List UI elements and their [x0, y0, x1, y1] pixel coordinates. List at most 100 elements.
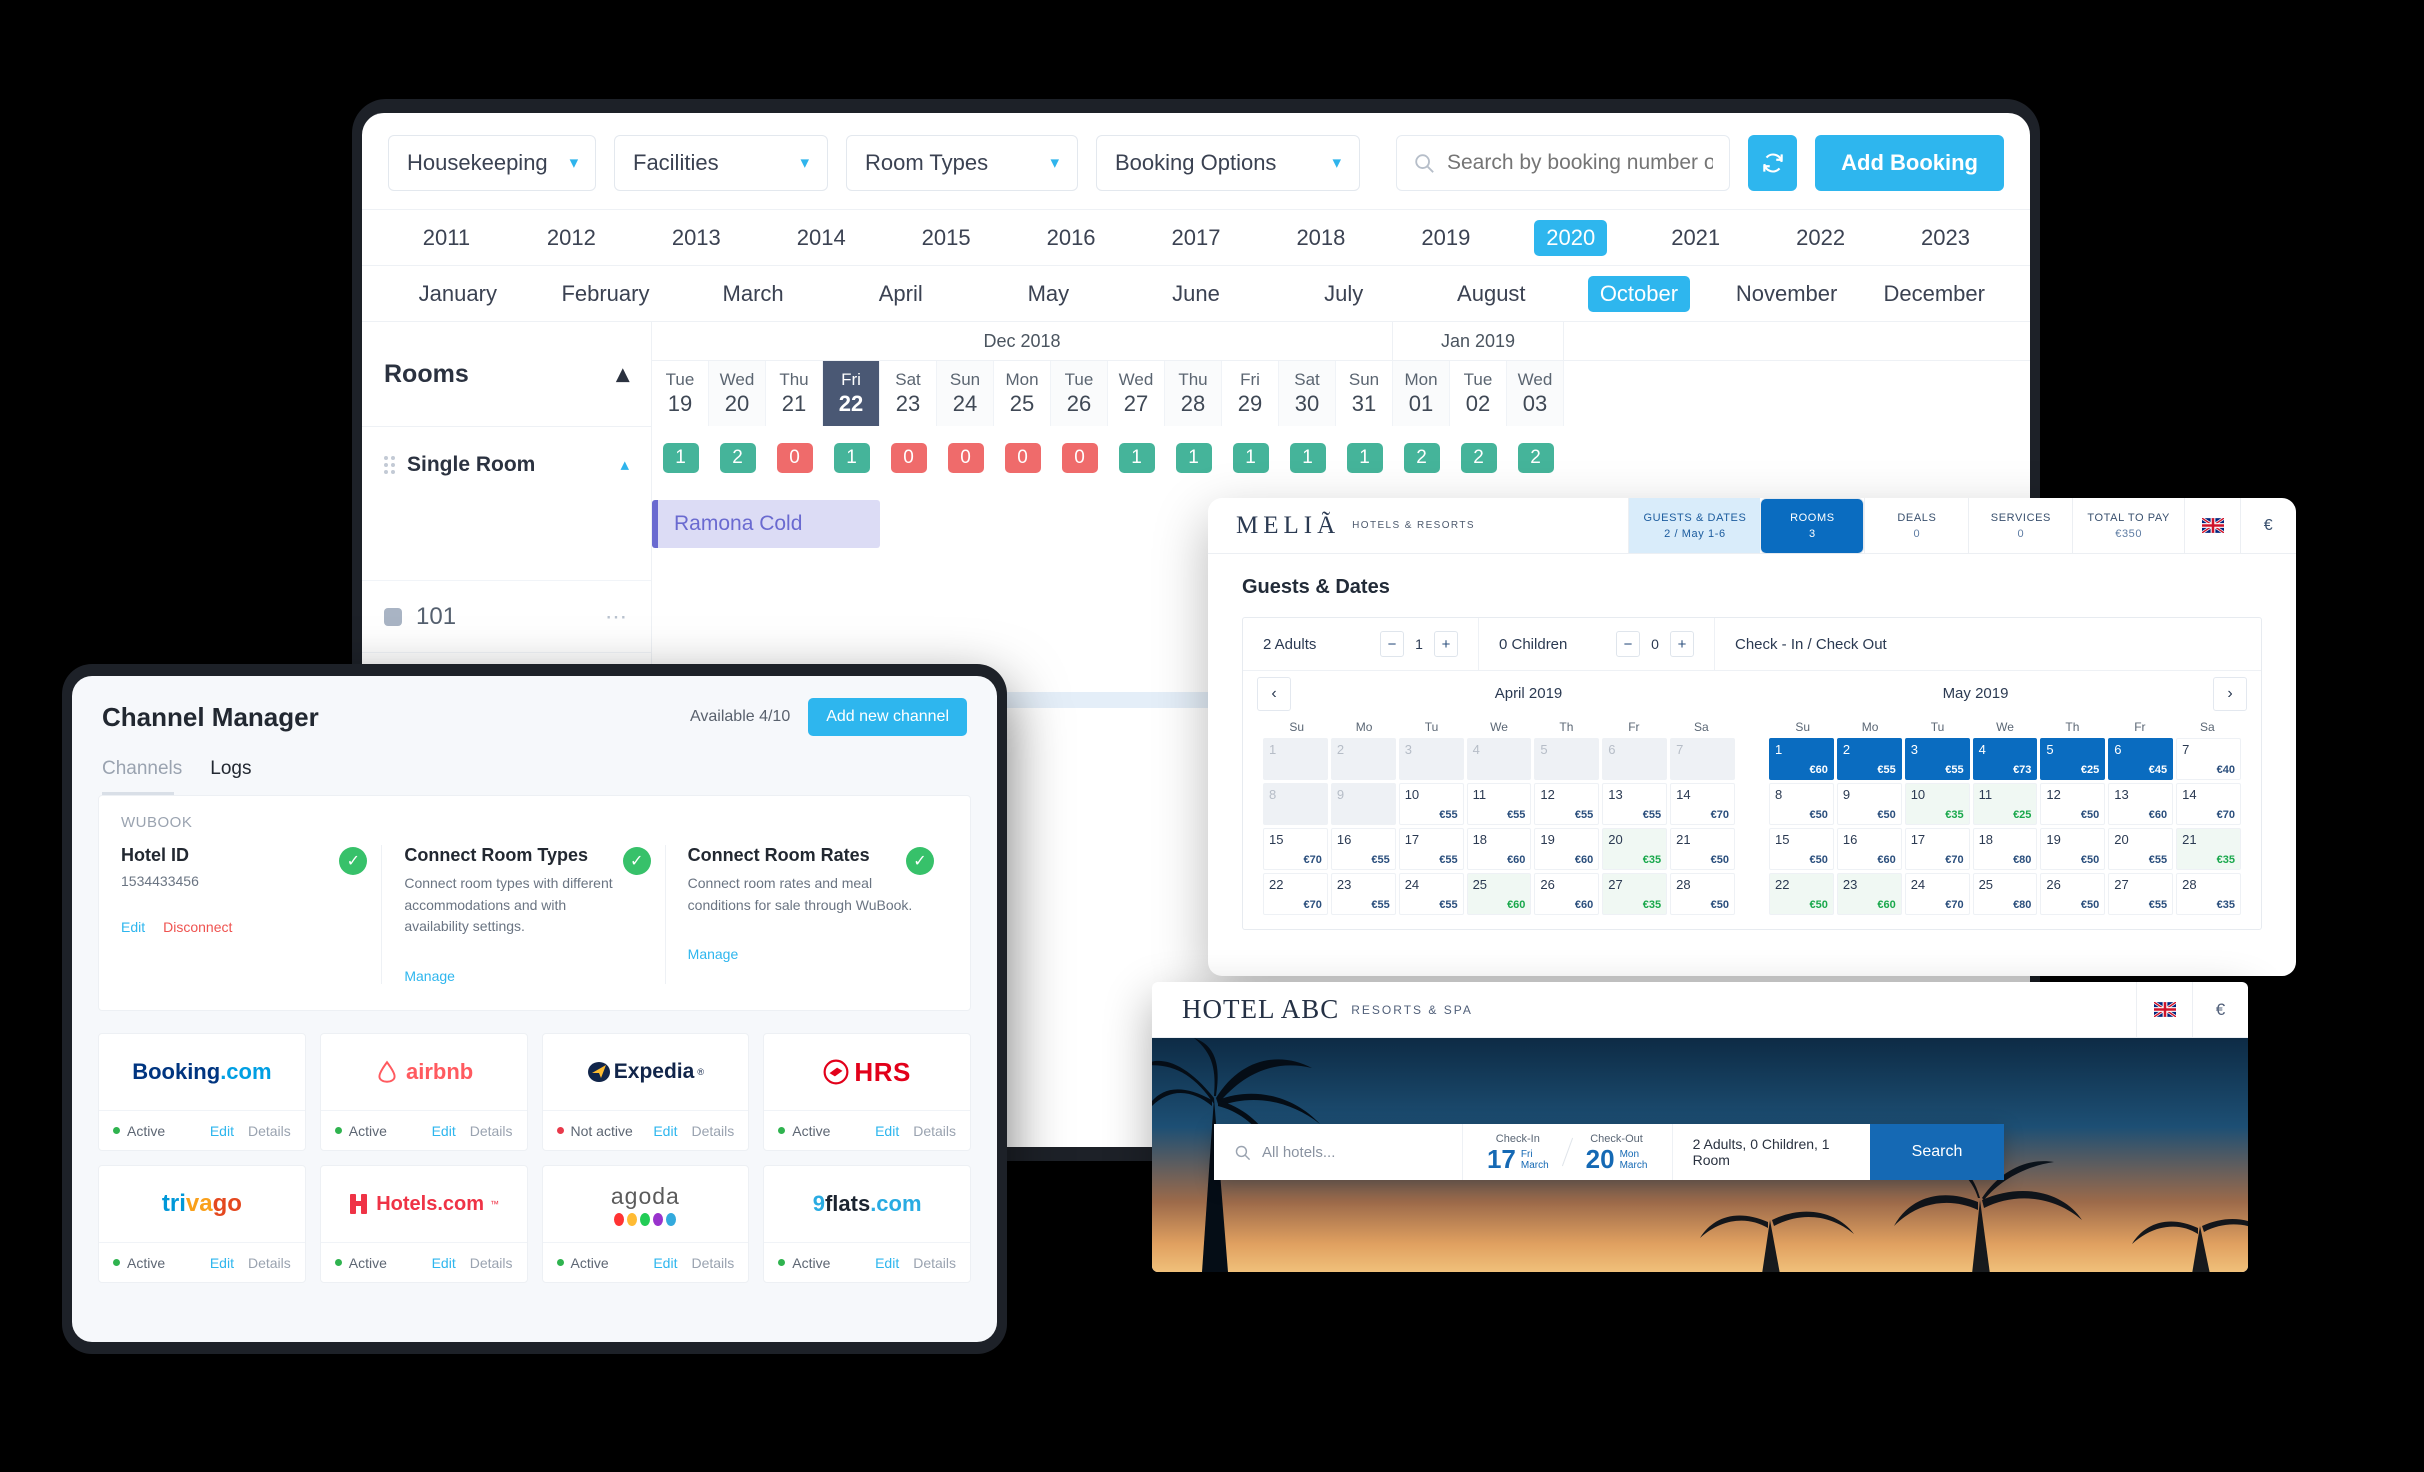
- details-link[interactable]: Details: [470, 1255, 513, 1271]
- search-button[interactable]: Search: [1870, 1124, 2004, 1180]
- calendar-day-cell[interactable]: 21 €50: [1670, 828, 1735, 870]
- month-february[interactable]: February: [532, 281, 680, 307]
- calendar-day-cell[interactable]: 14 €70: [2176, 783, 2241, 825]
- month-august[interactable]: August: [1417, 281, 1565, 307]
- month-december[interactable]: December: [1860, 281, 2008, 307]
- edit-link[interactable]: Edit: [875, 1123, 899, 1139]
- day-header-26[interactable]: Tue 26: [1051, 361, 1108, 426]
- calendar-day-cell[interactable]: 24 €70: [1904, 873, 1970, 915]
- edit-link[interactable]: Edit: [210, 1123, 234, 1139]
- filter-facilities[interactable]: Facilities ▾: [614, 135, 828, 191]
- calendar-day-cell[interactable]: 14 €70: [1670, 783, 1735, 825]
- calendar-day-cell[interactable]: 16 €60: [1836, 828, 1902, 870]
- calendar-day-cell[interactable]: 27 €55: [2108, 873, 2174, 915]
- year-2021[interactable]: 2021: [1633, 225, 1758, 251]
- year-2015[interactable]: 2015: [884, 225, 1009, 251]
- calendar-day-cell[interactable]: 8 €50: [1769, 783, 1834, 825]
- tab-channels[interactable]: Channels: [102, 758, 182, 792]
- channel-card[interactable]: Booking.com Active Edit Details: [98, 1033, 306, 1152]
- channel-card[interactable]: trivago Active Edit Details: [98, 1165, 306, 1284]
- calendar-day-cell[interactable]: 4 €73: [1972, 738, 2038, 780]
- calendar-day-cell[interactable]: 22 €70: [1263, 873, 1328, 915]
- channel-card[interactable]: agoda Active Edit Details: [541, 1165, 750, 1284]
- next-month-button[interactable]: ›: [2213, 676, 2247, 711]
- children-decrement-button[interactable]: −: [1616, 631, 1640, 657]
- year-2020[interactable]: 2020: [1508, 219, 1633, 256]
- month-april[interactable]: April: [827, 281, 975, 307]
- rooms-header[interactable]: Rooms ▴: [362, 322, 651, 426]
- day-header-27[interactable]: Wed 27: [1108, 361, 1165, 426]
- day-header-02[interactable]: Tue 02: [1450, 361, 1507, 426]
- channel-card[interactable]: Hotels.com ™ Active Edit Details: [319, 1165, 528, 1284]
- filter-booking-options[interactable]: Booking Options ▾: [1096, 135, 1360, 191]
- reservation-bar-ramona[interactable]: Ramona Cold: [652, 500, 880, 548]
- calendar-day-cell[interactable]: 6 €45: [2108, 738, 2174, 780]
- details-link[interactable]: Details: [691, 1255, 734, 1271]
- year-2022[interactable]: 2022: [1758, 225, 1883, 251]
- dates-field[interactable]: Check - In / Check Out: [1715, 618, 2261, 670]
- day-header-22[interactable]: Fri 22: [823, 361, 880, 426]
- manage-link[interactable]: Manage: [404, 968, 455, 984]
- day-header-25[interactable]: Mon 25: [994, 361, 1051, 426]
- calendar-day-cell[interactable]: 7 €40: [2176, 738, 2241, 780]
- room-row-101[interactable]: 101 ⋯: [362, 580, 651, 652]
- refresh-button[interactable]: [1747, 135, 1798, 191]
- calendar-day-cell[interactable]: 10 €35: [1904, 783, 1970, 825]
- year-2017[interactable]: 2017: [1134, 225, 1259, 251]
- filter-room-types[interactable]: Room Types ▾: [846, 135, 1078, 191]
- calendar-day-cell[interactable]: 21 €35: [2176, 828, 2241, 870]
- filter-housekeeping[interactable]: Housekeeping ▾: [388, 135, 596, 191]
- calendar-day-cell[interactable]: 9 €50: [1836, 783, 1902, 825]
- year-2019[interactable]: 2019: [1383, 225, 1508, 251]
- calendar-day-cell[interactable]: 13 €55: [1602, 783, 1668, 825]
- day-header-21[interactable]: Thu 21: [766, 361, 823, 426]
- add-new-channel-button[interactable]: Add new channel: [808, 698, 967, 736]
- melia-step-guests-dates[interactable]: GUESTS & DATES 2 / May 1-6: [1628, 498, 1761, 553]
- melia-step-total[interactable]: TOTAL TO PAY €350: [2072, 498, 2184, 553]
- calendar-day-cell[interactable]: 19 €50: [2040, 828, 2106, 870]
- calendar-day-cell[interactable]: 15 €70: [1263, 828, 1328, 870]
- calendar-day-cell[interactable]: 12 €50: [2040, 783, 2106, 825]
- melia-step-deals[interactable]: DEALS 0: [1864, 498, 1968, 553]
- channel-card[interactable]: airbnb Active Edit Details: [319, 1033, 528, 1152]
- calendar-day-cell[interactable]: 26 €60: [1534, 873, 1600, 915]
- calendar-day-cell[interactable]: 2 €55: [1836, 738, 1902, 780]
- calendar-day-cell[interactable]: 26 €50: [2040, 873, 2106, 915]
- calendar-day-cell[interactable]: 23 €55: [1330, 873, 1396, 915]
- edit-link[interactable]: Edit: [653, 1255, 677, 1271]
- calendar-day-cell[interactable]: 25 €80: [1972, 873, 2038, 915]
- year-2016[interactable]: 2016: [1009, 225, 1134, 251]
- calendar-day-cell[interactable]: 12 €55: [1534, 783, 1600, 825]
- details-link[interactable]: Details: [913, 1123, 956, 1139]
- hotel-abc-language-switch[interactable]: [2136, 982, 2192, 1037]
- month-november[interactable]: November: [1713, 281, 1861, 307]
- day-header-19[interactable]: Tue 19: [652, 361, 709, 426]
- details-link[interactable]: Details: [691, 1123, 734, 1139]
- calendar-day-cell[interactable]: 18 €80: [1972, 828, 2038, 870]
- day-grid[interactable]: 1 €60 2 €55 3 €55 4 €73 5 €25 6 €45 7 €40 8 €50 9 €50 10 €3…: [1769, 738, 2241, 915]
- year-selector[interactable]: 2011 2012 2013 2014 2015 2016 2017 2018 2019 2020…: [362, 209, 2030, 265]
- calendar-day-cell[interactable]: 25 €60: [1466, 873, 1532, 915]
- channel-card[interactable]: 9flats.com Active Edit Details: [763, 1165, 971, 1284]
- add-booking-button[interactable]: Add Booking: [1815, 135, 2004, 191]
- channel-card[interactable]: Expedia ® Not active Edit Details: [541, 1033, 750, 1152]
- occupancy-field[interactable]: 2 Adults, 0 Children, 1 Room: [1671, 1124, 1870, 1180]
- room-options-icon[interactable]: ⋯: [605, 604, 629, 630]
- day-header-03[interactable]: Wed 03: [1507, 361, 1564, 426]
- adults-increment-button[interactable]: +: [1434, 631, 1458, 657]
- room-type-row[interactable]: Single Room ▴: [362, 426, 651, 502]
- day-header-29[interactable]: Fri 29: [1222, 361, 1279, 426]
- channel-card[interactable]: HRS Active Edit Details: [763, 1033, 971, 1152]
- details-link[interactable]: Details: [913, 1255, 956, 1271]
- day-header-31[interactable]: Sun 31: [1336, 361, 1393, 426]
- day-header-20[interactable]: Wed 20: [709, 361, 766, 426]
- day-header-30[interactable]: Sat 30: [1279, 361, 1336, 426]
- day-header-23[interactable]: Sat 23: [880, 361, 937, 426]
- calendar-day-cell[interactable]: 10 €55: [1398, 783, 1464, 825]
- prev-month-button[interactable]: ‹: [1257, 676, 1291, 711]
- calendar-day-cell[interactable]: 24 €55: [1398, 873, 1464, 915]
- calendar-day-cell[interactable]: 20 €55: [2108, 828, 2174, 870]
- booking-search[interactable]: [1396, 135, 1730, 191]
- month-selector[interactable]: January February March April May June July Augu…: [362, 265, 2030, 321]
- calendar-day-cell[interactable]: 3 €55: [1904, 738, 1970, 780]
